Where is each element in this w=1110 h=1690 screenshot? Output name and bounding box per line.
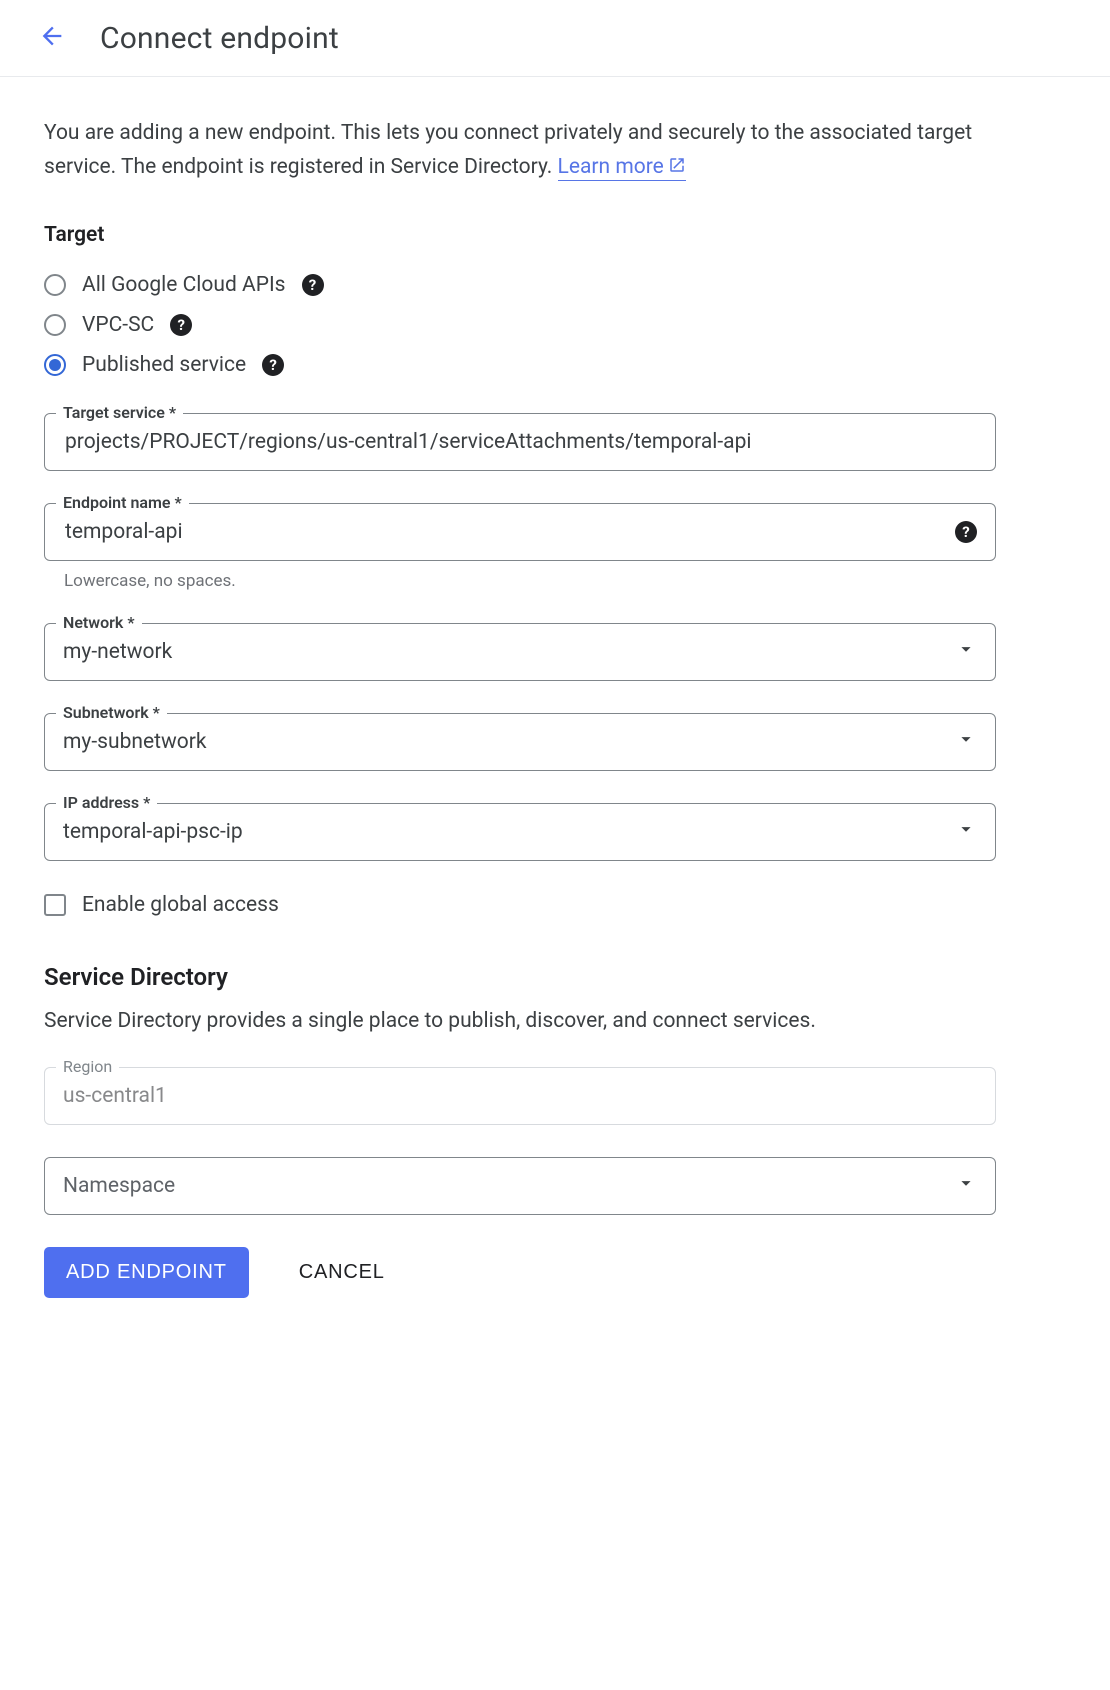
field-label: Endpoint name * (56, 493, 189, 512)
page-header: Connect endpoint (0, 0, 1110, 77)
namespace-select[interactable]: Namespace (44, 1157, 996, 1215)
endpoint-name-helper: Lowercase, no spaces. (44, 571, 996, 591)
namespace-placeholder: Namespace (63, 1174, 943, 1198)
region-input: us-central1 (44, 1067, 996, 1125)
field-label: IP address * (56, 793, 157, 812)
network-select[interactable]: my-network (44, 623, 996, 681)
radio-icon (44, 274, 66, 296)
network-value: my-network (63, 640, 943, 664)
field-label: Target service * (56, 403, 183, 422)
page-title: Connect endpoint (100, 21, 339, 56)
chevron-down-icon (955, 818, 977, 846)
intro-text: You are adding a new endpoint. This lets… (44, 117, 996, 185)
target-service-input[interactable] (63, 429, 977, 455)
help-icon[interactable]: ? (302, 274, 324, 296)
service-directory-description: Service Directory provides a single plac… (44, 1009, 996, 1033)
field-label: Region (56, 1057, 119, 1076)
checkbox-icon (44, 894, 66, 916)
endpoint-name-field: Endpoint name * ? Lowercase, no spaces. (44, 503, 996, 591)
ip-address-field: IP address * temporal-api-psc-ip (44, 803, 996, 861)
help-icon[interactable]: ? (955, 521, 977, 543)
chevron-down-icon (955, 638, 977, 666)
target-radio-group: All Google Cloud APIs ? VPC-SC ? Publish… (44, 265, 996, 385)
add-endpoint-button[interactable]: ADD ENDPOINT (44, 1247, 249, 1298)
field-label: Subnetwork * (56, 703, 167, 722)
chevron-down-icon (955, 1172, 977, 1200)
arrow-left-icon (38, 22, 66, 55)
help-icon[interactable]: ? (262, 354, 284, 376)
radio-label: All Google Cloud APIs (82, 273, 286, 297)
ip-address-select[interactable]: temporal-api-psc-ip (44, 803, 996, 861)
learn-more-link[interactable]: Learn more (558, 155, 686, 181)
radio-icon (44, 354, 66, 376)
radio-all-google-apis[interactable]: All Google Cloud APIs ? (44, 265, 996, 305)
subnetwork-select[interactable]: my-subnetwork (44, 713, 996, 771)
network-field: Network * my-network (44, 623, 996, 681)
intro-body: You are adding a new endpoint. This lets… (44, 121, 972, 179)
back-button[interactable] (32, 18, 72, 58)
cancel-button[interactable]: CANCEL (293, 1260, 391, 1285)
ip-address-value: temporal-api-psc-ip (63, 820, 943, 844)
radio-label: VPC-SC (82, 313, 154, 337)
endpoint-name-input[interactable] (63, 519, 943, 545)
radio-vpc-sc[interactable]: VPC-SC ? (44, 305, 996, 345)
radio-published-service[interactable]: Published service ? (44, 345, 996, 385)
help-icon[interactable]: ? (170, 314, 192, 336)
chevron-down-icon (955, 728, 977, 756)
radio-icon (44, 314, 66, 336)
enable-global-access-checkbox[interactable]: Enable global access (44, 893, 996, 917)
subnetwork-value: my-subnetwork (63, 730, 943, 754)
radio-label: Published service (82, 353, 246, 377)
target-section-label: Target (44, 223, 996, 247)
field-label: Network * (56, 613, 142, 632)
form-actions: ADD ENDPOINT CANCEL (44, 1247, 996, 1298)
region-value: us-central1 (63, 1084, 977, 1108)
service-directory-title: Service Directory (44, 963, 996, 991)
checkbox-label: Enable global access (82, 893, 279, 917)
target-service-field: Target service * (44, 413, 996, 471)
target-service-input-wrap (44, 413, 996, 471)
namespace-field: Namespace (44, 1157, 996, 1215)
region-field: Region us-central1 (44, 1067, 996, 1125)
subnetwork-field: Subnetwork * my-subnetwork (44, 713, 996, 771)
external-link-icon (668, 152, 686, 186)
